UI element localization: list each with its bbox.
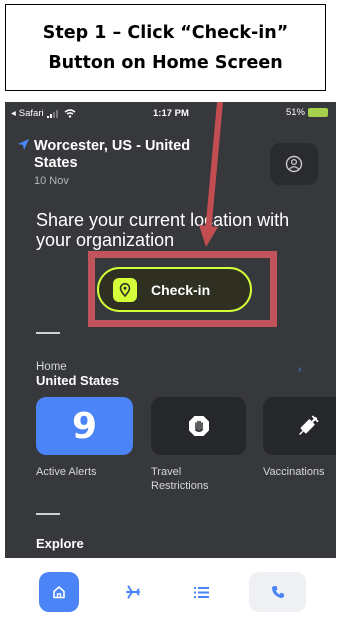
- carrier-label: Safari: [18, 108, 44, 119]
- airplane-icon: [126, 585, 140, 599]
- profile-button[interactable]: [270, 143, 318, 185]
- explore-heading: Explore: [36, 536, 84, 551]
- chevron-right-icon[interactable]: ›: [298, 364, 301, 375]
- travel-restrictions-label: Travel Restrictions: [151, 466, 209, 492]
- share-location-prompt: Share your current location with your or…: [36, 210, 290, 250]
- tab-travel[interactable]: [113, 572, 153, 612]
- tab-home[interactable]: [39, 572, 79, 612]
- active-alerts-tile[interactable]: 9: [36, 397, 133, 455]
- location-arrow-icon: [18, 139, 29, 150]
- vaccinations-label: Vaccinations: [263, 466, 325, 478]
- travel-restrictions-tile[interactable]: [151, 397, 246, 455]
- active-alerts-label: Active Alerts: [36, 466, 97, 478]
- battery-status: 51%: [286, 107, 328, 118]
- battery-percent: 51%: [285, 107, 305, 118]
- tab-call[interactable]: [249, 572, 306, 612]
- battery-icon: [308, 108, 328, 117]
- instruction-line-1: Step 1 – Click “Check-in”: [42, 22, 289, 43]
- bottom-tab-bar: [5, 558, 336, 622]
- status-left: ◂ Safari: [11, 108, 76, 119]
- hand-stop-icon: [188, 416, 209, 436]
- phone-screenshot: ◂ Safari 1:17 PM 51% Worcester, US - Uni…: [5, 102, 336, 622]
- home-country[interactable]: United States: [36, 373, 119, 388]
- back-arrow-icon[interactable]: ◂: [11, 108, 16, 119]
- status-bar: ◂ Safari 1:17 PM 51%: [5, 102, 336, 124]
- checkin-button[interactable]: Check-in: [97, 267, 252, 312]
- instruction-box: Step 1 – Click “Check-in” Button on Home…: [5, 4, 326, 91]
- location-date: 10 Nov: [34, 175, 69, 187]
- phone-icon: [271, 586, 284, 598]
- wifi-icon: [64, 109, 76, 118]
- home-section-label: Home: [36, 361, 67, 373]
- section-divider: [36, 332, 60, 334]
- location-name: Worcester, US - United States: [34, 138, 191, 171]
- signal-icon: [46, 109, 58, 118]
- tab-list[interactable]: [181, 572, 221, 612]
- section-divider: [36, 513, 60, 515]
- status-time: 1:17 PM: [153, 108, 189, 119]
- home-icon: [53, 586, 65, 599]
- vaccinations-tile[interactable]: [263, 397, 336, 455]
- checkin-button-label: Check-in: [151, 281, 211, 298]
- user-icon: [285, 155, 303, 173]
- list-icon: [193, 586, 209, 598]
- checkin-pin-icon: [113, 277, 137, 302]
- active-alerts-count: 9: [71, 405, 98, 447]
- instruction-line-2: Button on Home Screen: [48, 52, 283, 73]
- syringe-icon: [299, 415, 319, 435]
